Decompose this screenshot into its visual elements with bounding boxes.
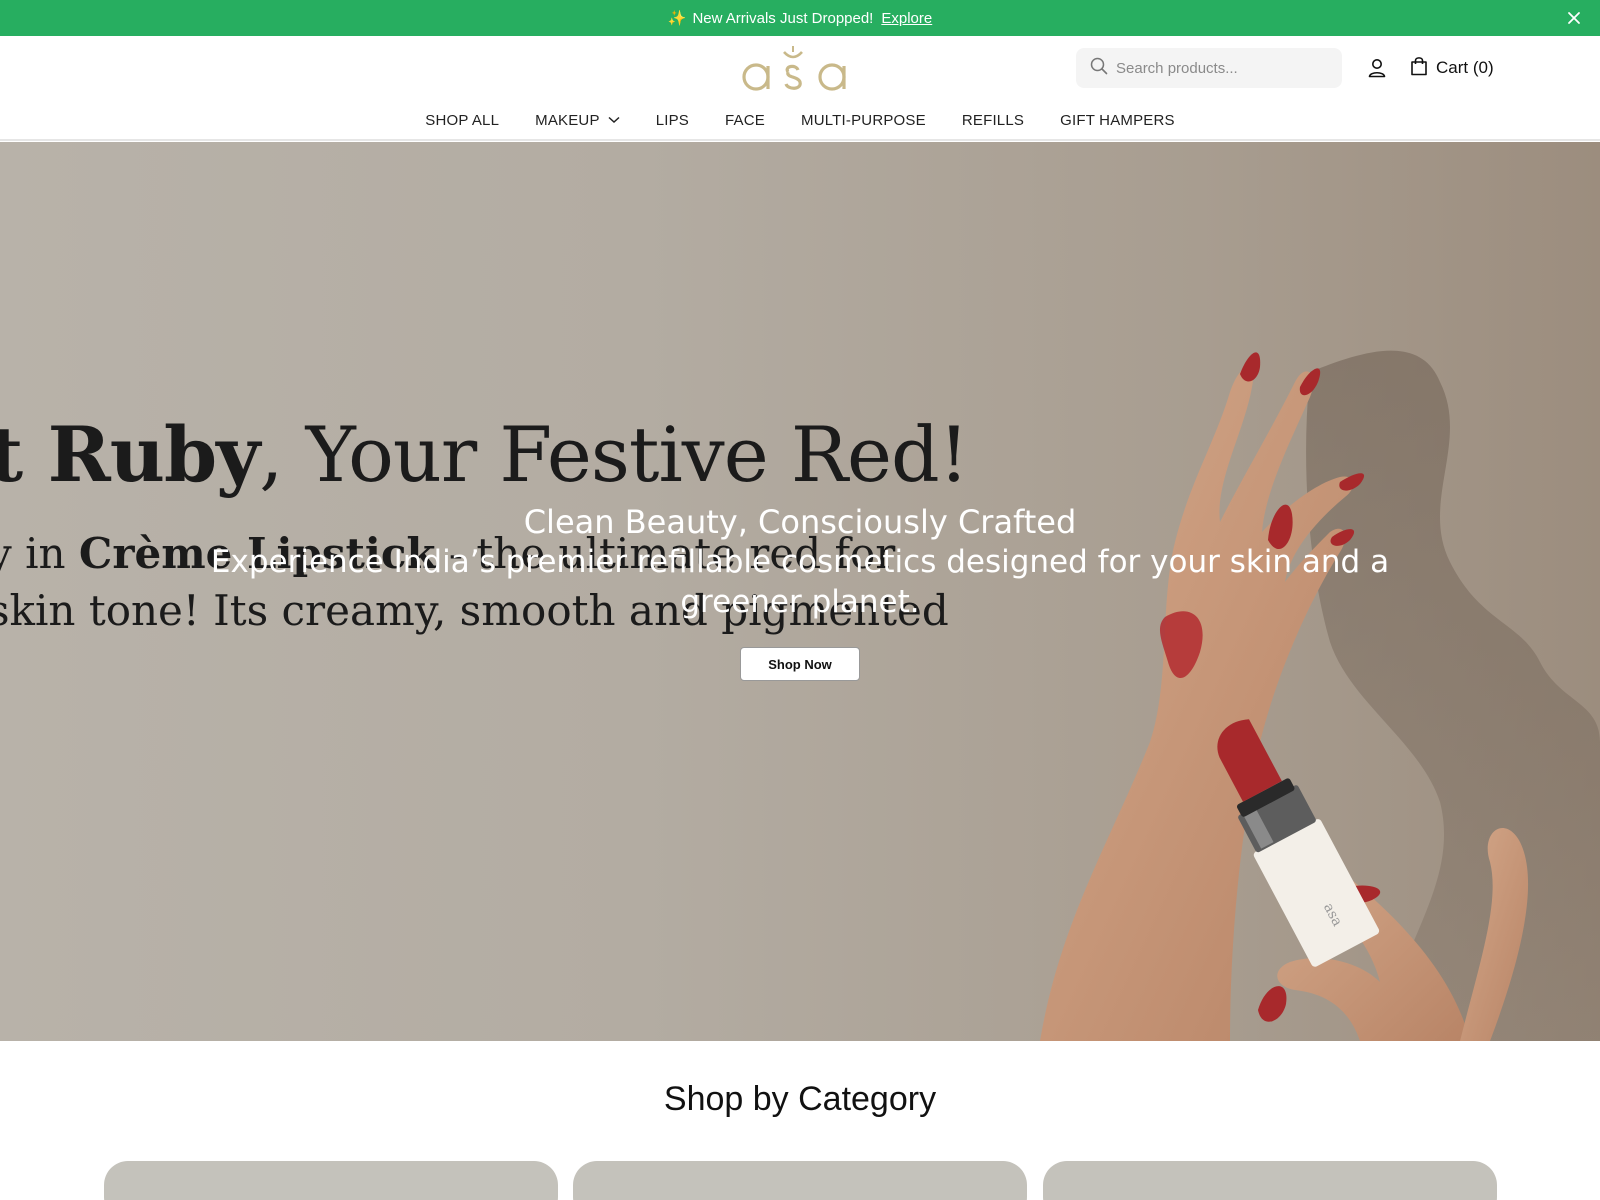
nav-label: MAKEUP: [535, 111, 600, 129]
section-title: Shop by Category: [663, 1080, 937, 1118]
caption-line-bold: t Ruby: [0, 410, 260, 499]
brand-logo[interactable]: [736, 44, 864, 96]
nav-label: REFILLS: [961, 111, 1025, 129]
site-header: Cart (0) SHOP ALL MAKEUP LIPS FACE MULTI…: [0, 36, 1600, 141]
nav-item-multi-purpose[interactable]: MULTI-PURPOSE: [783, 108, 944, 132]
nav-label: SHOP ALL: [425, 111, 500, 129]
hero-banner: asa t Ruby, Your Festive Red! y in Crème…: [0, 142, 1600, 1041]
category-card[interactable]: [573, 1161, 1027, 1200]
hero-text-block: Clean Beauty, Consciously Crafted Experi…: [0, 502, 1600, 622]
search-input[interactable]: [1116, 59, 1326, 77]
nav-item-lips[interactable]: LIPS: [638, 108, 707, 132]
search-icon: [1090, 57, 1108, 80]
shopping-bag-icon: [1410, 56, 1436, 81]
shop-now-button[interactable]: Shop Now: [740, 647, 860, 681]
nav-item-gift-hampers[interactable]: GIFT HAMPERS: [1042, 108, 1193, 132]
nav-item-shop-all[interactable]: SHOP ALL: [407, 108, 517, 132]
close-icon[interactable]: [1564, 8, 1584, 28]
main-nav: SHOP ALL MAKEUP LIPS FACE MULTI-PURPOSE …: [0, 108, 1600, 132]
nav-item-refills[interactable]: REFILLS: [944, 108, 1042, 132]
search-box[interactable]: [1076, 48, 1342, 88]
nav-label: MULTI-PURPOSE: [801, 111, 926, 129]
chevron-down-icon: [608, 116, 620, 124]
nav-label: FACE: [725, 111, 765, 129]
cart-label: Cart (0): [1436, 58, 1494, 77]
announcement-text: New Arrivals Just Dropped!: [692, 9, 874, 27]
category-card[interactable]: [1043, 1161, 1497, 1200]
caption-line: , Your Festive Red!: [259, 410, 969, 499]
nav-item-makeup[interactable]: MAKEUP: [517, 108, 638, 132]
nav-label: LIPS: [655, 111, 690, 129]
cart-button[interactable]: Cart (0): [1410, 54, 1494, 82]
hero-title: Clean Beauty, Consciously Crafted: [523, 503, 1077, 541]
category-card[interactable]: [104, 1161, 558, 1200]
hero-subtitle: Experience India’s premier refillable co…: [210, 544, 1390, 620]
user-icon[interactable]: [1365, 56, 1389, 80]
nav-item-face[interactable]: FACE: [707, 108, 783, 132]
sparkle-icon: ✨: [667, 10, 687, 27]
announcement-bar: ✨ New Arrivals Just Dropped! Explore: [0, 0, 1600, 36]
nav-label: GIFT HAMPERS: [1060, 111, 1175, 129]
explore-link[interactable]: Explore: [881, 10, 932, 27]
